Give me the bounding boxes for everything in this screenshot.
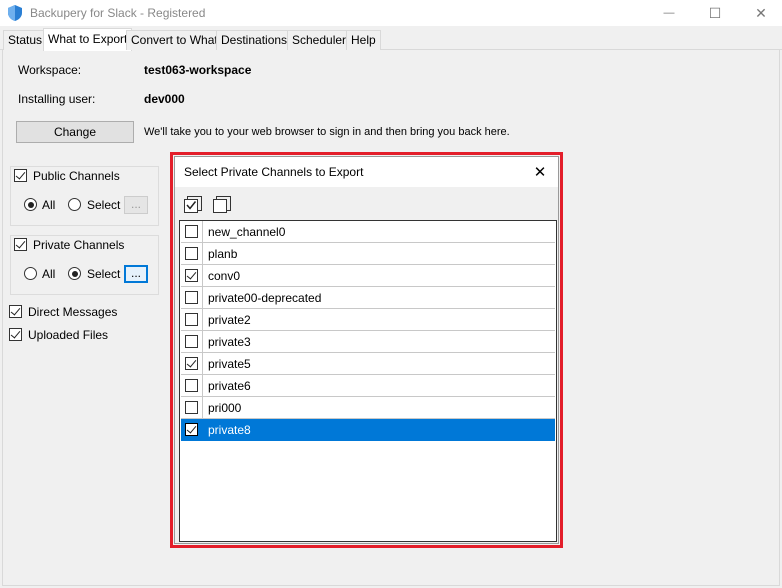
list-item[interactable]: private5 [181, 353, 555, 375]
channel-checkbox[interactable] [185, 401, 198, 414]
channel-checkbox[interactable] [185, 225, 198, 238]
select-private-channels-dialog: Select Private Channels to Export ✕ new_… [174, 156, 559, 544]
list-item-checkbox-cell [181, 221, 203, 243]
tab-convert-to-what[interactable]: Convert to What [126, 30, 223, 50]
channel-checkbox[interactable] [185, 247, 198, 260]
installing-user-label: Installing user: [18, 92, 96, 106]
window-titlebar: Backupery for Slack - Registered — ☐ ✕ [0, 0, 782, 26]
list-item-checkbox-cell [181, 287, 203, 309]
list-item[interactable]: private6 [181, 375, 555, 397]
private-channels-label: Private Channels [33, 238, 125, 252]
workspace-label: Workspace: [18, 63, 82, 77]
list-item[interactable]: private3 [181, 331, 555, 353]
public-all-radio[interactable] [24, 198, 37, 211]
channel-checkbox[interactable] [185, 313, 198, 326]
channel-name: private00-deprecated [208, 291, 322, 305]
public-channels-label: Public Channels [33, 169, 120, 183]
tab-destinations[interactable]: Destinations [216, 30, 293, 50]
channel-name: private3 [208, 335, 251, 349]
private-select-label: Select [87, 267, 121, 281]
list-item[interactable]: new_channel0 [181, 221, 555, 243]
private-select-radio[interactable] [68, 267, 81, 280]
public-all-label: All [42, 198, 56, 212]
channel-list[interactable]: new_channel0planb conv0 private00-deprecat… [179, 220, 557, 542]
channel-name: private2 [208, 313, 251, 327]
minimize-button[interactable]: — [646, 0, 692, 26]
workspace-value: test063-workspace [144, 63, 252, 77]
public-select-radio[interactable] [68, 198, 81, 211]
uploaded-files-label: Uploaded Files [28, 328, 109, 342]
channel-checkbox[interactable] [185, 269, 198, 282]
check-all-icon[interactable] [183, 195, 203, 215]
list-item-checkbox-cell [181, 397, 203, 419]
shield-icon [8, 5, 22, 21]
list-item[interactable]: private2 [181, 309, 555, 331]
tab-help[interactable]: Help [346, 30, 381, 50]
change-hint: We'll take you to your web browser to si… [144, 126, 510, 138]
private-all-radio[interactable] [24, 267, 37, 280]
tab-bar: Status What to Export Convert to What De… [0, 28, 782, 51]
close-icon: ✕ [755, 4, 767, 21]
list-item-checkbox-cell [181, 353, 203, 375]
tab-scheduler[interactable]: Scheduler [287, 30, 352, 50]
list-item-checkbox-cell [181, 309, 203, 331]
list-item-checkbox-cell [181, 265, 203, 287]
private-channels-checkbox[interactable] [14, 238, 27, 251]
list-item[interactable]: conv0 [181, 265, 555, 287]
dialog-title: Select Private Channels to Export [184, 165, 364, 179]
direct-messages-checkbox[interactable] [9, 305, 22, 318]
list-item-checkbox-cell [181, 419, 203, 441]
public-select-label: Select [87, 198, 121, 212]
channel-name: private8 [208, 423, 251, 437]
public-channels-checkbox[interactable] [14, 169, 27, 182]
tab-status[interactable]: Status [3, 30, 48, 50]
private-all-label: All [42, 267, 56, 281]
list-item-checkbox-cell [181, 375, 203, 397]
close-button[interactable]: ✕ [738, 0, 782, 26]
installing-user-value: dev000 [144, 92, 185, 106]
direct-messages-label: Direct Messages [28, 305, 118, 319]
channel-checkbox[interactable] [185, 423, 198, 436]
channel-name: private6 [208, 379, 251, 393]
channel-checkbox[interactable] [185, 379, 198, 392]
minimize-icon: — [663, 7, 675, 19]
list-item[interactable]: private00-deprecated [181, 287, 555, 309]
list-item[interactable]: private8 [181, 419, 555, 441]
channel-name: conv0 [208, 269, 241, 283]
change-button[interactable]: Change [16, 121, 134, 143]
channel-name: planb [208, 247, 238, 261]
uploaded-files-checkbox[interactable] [9, 328, 22, 341]
maximize-icon: ☐ [708, 4, 722, 21]
dialog-close-button[interactable]: ✕ [527, 161, 553, 183]
window-title: Backupery for Slack - Registered [30, 6, 206, 20]
channel-name: private5 [208, 357, 251, 371]
private-channels-browse-button[interactable]: ... [124, 265, 148, 283]
channel-name: new_channel0 [208, 225, 286, 239]
maximize-button[interactable]: ☐ [692, 0, 738, 26]
list-item[interactable]: pri000 [181, 397, 555, 419]
list-item-checkbox-cell [181, 331, 203, 353]
channel-checkbox[interactable] [185, 357, 198, 370]
close-icon: ✕ [533, 164, 547, 181]
dialog-titlebar: Select Private Channels to Export ✕ [175, 157, 558, 187]
public-channels-browse-button[interactable]: ... [124, 196, 148, 214]
channel-checkbox[interactable] [185, 291, 198, 304]
channel-name: pri000 [208, 401, 242, 415]
tab-what-to-export[interactable]: What to Export [43, 28, 133, 51]
list-item[interactable]: planb [181, 243, 555, 265]
uncheck-all-icon[interactable] [212, 195, 232, 215]
channel-checkbox[interactable] [185, 335, 198, 348]
list-item-checkbox-cell [181, 243, 203, 265]
